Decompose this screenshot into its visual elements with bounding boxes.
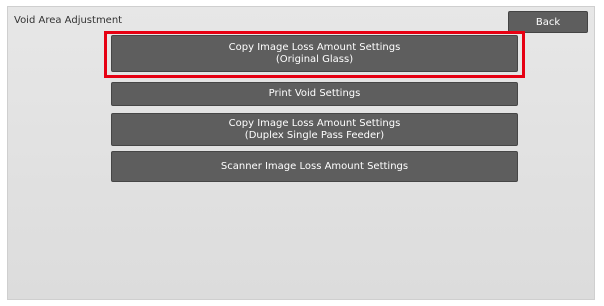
button-label-line2: (Original Glass) [275, 53, 354, 65]
copy-image-loss-duplex-feeder-button[interactable]: Copy Image Loss Amount Settings (Duplex … [111, 113, 518, 146]
button-label-line2: (Duplex Single Pass Feeder) [244, 129, 385, 141]
scanner-image-loss-button[interactable]: Scanner Image Loss Amount Settings [111, 151, 518, 182]
print-void-settings-button[interactable]: Print Void Settings [111, 82, 518, 106]
settings-screen: Void Area Adjustment Back Copy Image Los… [7, 6, 595, 300]
copy-image-loss-original-glass-button[interactable]: Copy Image Loss Amount Settings (Origina… [111, 35, 518, 72]
page-title: Void Area Adjustment [14, 15, 123, 26]
button-label-line1: Print Void Settings [268, 88, 361, 99]
back-button[interactable]: Back [508, 11, 588, 33]
button-label-line1: Copy Image Loss Amount Settings [228, 41, 401, 53]
button-label-line1: Scanner Image Loss Amount Settings [220, 160, 409, 172]
button-label-line1: Copy Image Loss Amount Settings [228, 117, 401, 129]
